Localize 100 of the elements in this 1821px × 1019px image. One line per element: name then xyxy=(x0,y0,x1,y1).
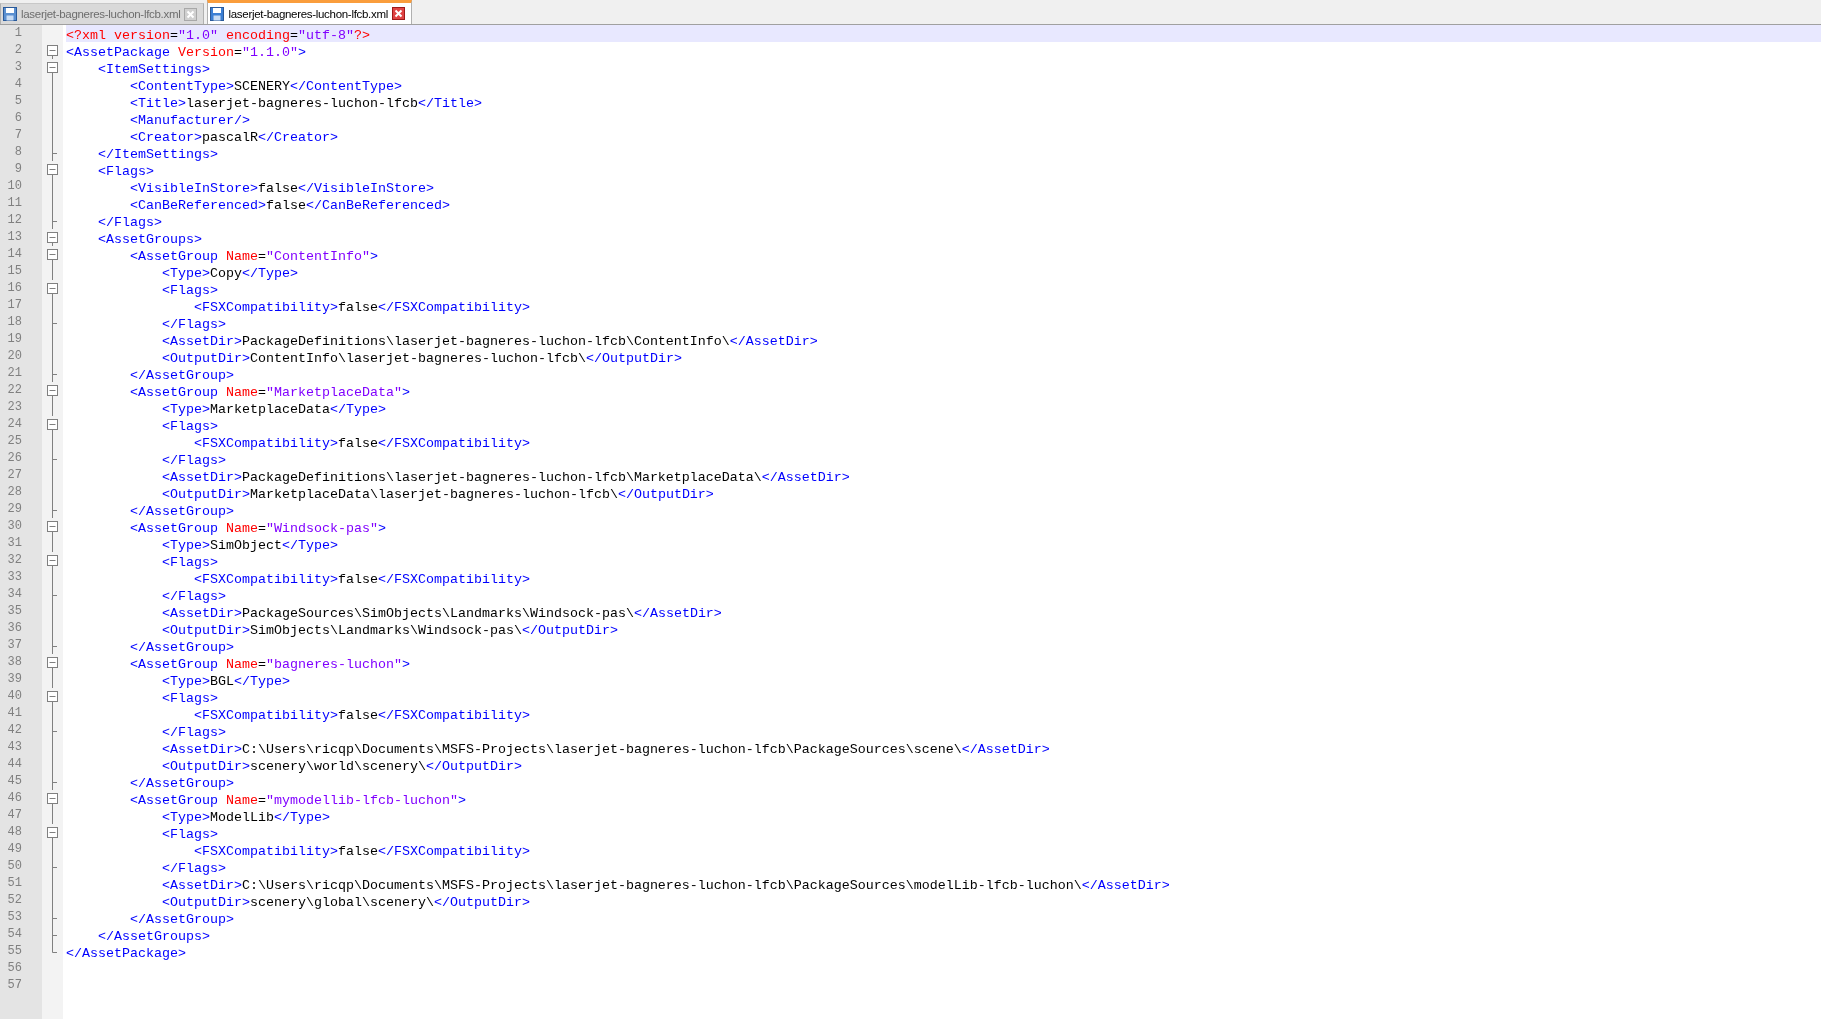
line-number: 14 xyxy=(7,246,22,263)
code-line: </Flags> xyxy=(160,452,226,469)
fold-toggle-icon[interactable] xyxy=(47,280,58,297)
line-number: 45 xyxy=(7,773,22,790)
fold-toggle-icon[interactable] xyxy=(47,42,58,59)
line-number: 37 xyxy=(7,637,22,654)
file-tab[interactable]: laserjet-bagneres-luchon-lfcb.xml xyxy=(0,3,205,24)
code-line: <AssetPackage Version="1.1.0"> xyxy=(66,44,306,61)
line-number: 48 xyxy=(7,824,22,841)
code-line: <Flags> xyxy=(160,826,218,843)
close-icon[interactable] xyxy=(391,7,405,20)
code-line: <Flags> xyxy=(160,418,218,435)
line-number: 22 xyxy=(7,382,22,399)
line-number: 44 xyxy=(7,756,22,773)
line-number: 52 xyxy=(7,892,22,909)
fold-toggle-icon[interactable] xyxy=(47,59,58,76)
line-number: 54 xyxy=(7,926,22,943)
code-line: </AssetGroup> xyxy=(129,503,234,520)
code-line: <Type>ModelLib</Type> xyxy=(160,809,330,826)
line-number: 49 xyxy=(7,841,22,858)
code-line: <AssetDir>C:\Users\ricqp\Documents\MSFS-Projects\laserjet-bagneres-luchon-lfcb\PackageSources\scene\</AssetDir> xyxy=(160,741,1050,758)
line-number: 4 xyxy=(14,76,22,93)
code-line: </AssetGroup> xyxy=(129,775,234,792)
code-line: <OutputDir>MarketplaceData\laserjet-bagneres-luchon-lfcb\</OutputDir> xyxy=(160,486,714,503)
code-line: <Type>MarketplaceData</Type> xyxy=(160,401,386,418)
tab-label: laserjet-bagneres-luchon-lfcb.xml xyxy=(21,8,181,20)
line-number: 7 xyxy=(14,127,22,144)
code-line: <Creator>pascalR</Creator> xyxy=(129,129,338,146)
code-line: </Flags> xyxy=(160,860,226,877)
fold-toggle-icon[interactable] xyxy=(47,161,58,178)
line-number: 11 xyxy=(7,195,22,212)
line-number: 6 xyxy=(14,110,22,127)
code-line: <AssetGroup Name="Windsock-pas"> xyxy=(129,520,386,537)
code-line: <FSXCompatibility>false</FSXCompatibility> xyxy=(192,299,530,316)
line-number: 55 xyxy=(7,943,22,960)
line-number: 30 xyxy=(7,518,22,535)
tab-label: laserjet-bagneres-luchon-lfcb.xml xyxy=(228,7,388,20)
line-number: 25 xyxy=(7,433,22,450)
fold-toggle-icon[interactable] xyxy=(47,824,58,841)
code-line: <ItemSettings> xyxy=(97,61,210,78)
code-line: <Type>SimObject</Type> xyxy=(160,537,338,554)
code-line: <ContentType>SCENERY</ContentType> xyxy=(129,78,402,95)
line-number: 47 xyxy=(7,807,22,824)
line-number: 16 xyxy=(7,280,22,297)
line-number: 36 xyxy=(7,620,22,637)
line-number: 5 xyxy=(14,93,22,110)
code-line: <?xml version="1.0" encoding="utf-8"?> xyxy=(66,27,370,44)
code-line: </Flags> xyxy=(160,316,226,333)
line-number: 29 xyxy=(7,501,22,518)
code-line: <AssetDir>PackageDefinitions\laserjet-bagneres-luchon-lfcb\ContentInfo\</AssetDir> xyxy=(160,333,818,350)
line-number: 24 xyxy=(7,416,22,433)
code-line: </Flags> xyxy=(160,588,226,605)
code-line: <VisibleInStore>false</VisibleInStore> xyxy=(129,180,434,197)
code-line: <Flags> xyxy=(97,163,154,180)
code-line: <AssetGroups> xyxy=(97,231,202,248)
code-line: </AssetPackage> xyxy=(66,945,186,962)
code-line: <CanBeReferenced>false</CanBeReferenced> xyxy=(129,197,450,214)
line-number: 34 xyxy=(7,586,22,603)
line-number: 51 xyxy=(7,875,22,892)
code-line: </Flags> xyxy=(97,214,162,231)
code-line: <Type>Copy</Type> xyxy=(160,265,298,282)
line-number: 26 xyxy=(7,450,22,467)
line-number: 42 xyxy=(7,722,22,739)
code-line: <Type>BGL</Type> xyxy=(160,673,290,690)
code-line: <OutputDir>SimObjects\Landmarks\Windsock-pas\</OutputDir> xyxy=(160,622,618,639)
fold-toggle-icon[interactable] xyxy=(47,790,58,807)
fold-toggle-icon[interactable] xyxy=(47,654,58,671)
code-line: <FSXCompatibility>false</FSXCompatibility> xyxy=(192,843,530,860)
fold-toggle-icon[interactable] xyxy=(47,382,58,399)
code-line: <FSXCompatibility>false</FSXCompatibility> xyxy=(192,707,530,724)
code-line: <OutputDir>scenery\global\scenery\</OutputDir> xyxy=(160,894,530,911)
code-line: <Flags> xyxy=(160,690,218,707)
code-line: </AssetGroup> xyxy=(129,639,234,656)
code-line: <Manufacturer/> xyxy=(129,112,250,129)
line-number: 40 xyxy=(7,688,22,705)
fold-toggle-icon[interactable] xyxy=(47,229,58,246)
line-number: 33 xyxy=(7,569,22,586)
line-number: 50 xyxy=(7,858,22,875)
fold-toggle-icon[interactable] xyxy=(47,416,58,433)
code-line: <AssetGroup Name="MarketplaceData"> xyxy=(129,384,410,401)
line-number: 35 xyxy=(7,603,22,620)
fold-toggle-icon[interactable] xyxy=(47,518,58,535)
line-number: 39 xyxy=(7,671,22,688)
fold-toggle-icon[interactable] xyxy=(47,552,58,569)
line-number: 53 xyxy=(7,909,22,926)
file-tab[interactable]: laserjet-bagneres-luchon-lfcb.xml xyxy=(207,0,412,24)
line-number: 10 xyxy=(7,178,22,195)
line-number: 8 xyxy=(14,144,22,161)
code-line: <FSXCompatibility>false</FSXCompatibility> xyxy=(192,571,530,588)
fold-toggle-icon[interactable] xyxy=(47,246,58,263)
code-line: </AssetGroups> xyxy=(97,928,210,945)
code-line: <Title>laserjet-bagneres-luchon-lfcb</Title> xyxy=(129,95,482,112)
fold-toggle-icon[interactable] xyxy=(47,688,58,705)
line-number: 17 xyxy=(7,297,22,314)
line-number: 31 xyxy=(7,535,22,552)
line-number: 43 xyxy=(7,739,22,756)
line-number: 32 xyxy=(7,552,22,569)
line-number: 9 xyxy=(14,161,22,178)
code-line: <AssetDir>C:\Users\ricqp\Documents\MSFS-Projects\laserjet-bagneres-luchon-lfcb\PackageSources\modelLib-lfcb-luchon\</AssetDir> xyxy=(160,877,1170,894)
code-line: </AssetGroup> xyxy=(129,911,234,928)
